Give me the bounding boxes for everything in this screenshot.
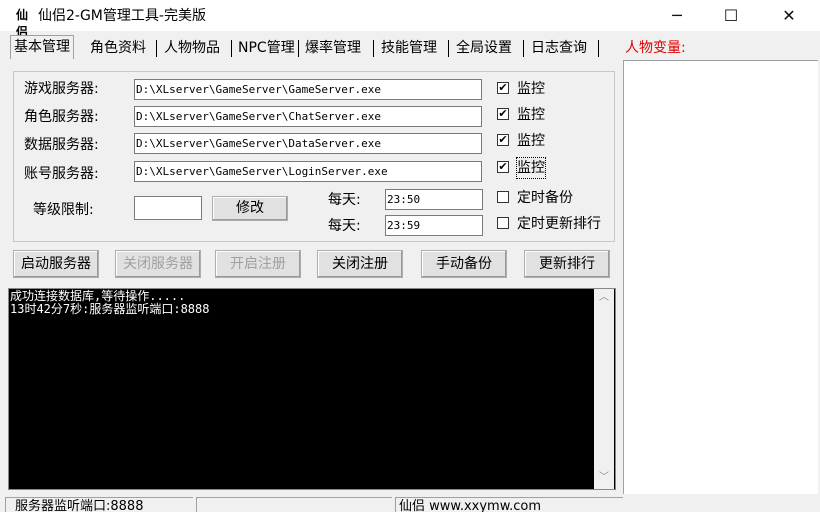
tab-separator [373, 40, 374, 57]
ranking-time-field[interactable]: 23:59 [385, 215, 483, 236]
tab-droprate[interactable]: 爆率管理 [302, 37, 364, 59]
backup-time-field[interactable]: 23:50 [385, 189, 483, 210]
status-website: 仙侣 www.xxymw.com [395, 497, 623, 512]
scheduled-backup-checkbox[interactable] [497, 191, 509, 203]
chat-server-path-field[interactable]: D:\XLserver\GameServer\ChatServer.exe [134, 106, 482, 127]
status-middle [196, 497, 392, 512]
status-port: 服务器监听端口:8888 [5, 497, 193, 512]
game-server-monitor-checkbox[interactable]: ✔ [497, 82, 509, 94]
tab-separator [598, 40, 599, 57]
tab-separator [156, 40, 157, 57]
character-variables-list[interactable] [623, 60, 818, 494]
console-log[interactable] [8, 288, 616, 490]
scroll-up-arrow-icon[interactable]: ︿ [597, 292, 611, 304]
enable-registration-button[interactable]: 开启注册 [215, 250, 301, 278]
tab-npc[interactable]: NPC管理 [235, 37, 298, 59]
chat-server-label: 角色服务器: [24, 109, 99, 125]
console-scrollbar[interactable]: ︿ ﹀ [594, 289, 614, 489]
login-server-monitor-label: 监控 [516, 157, 546, 179]
tab-separator [523, 40, 524, 57]
tab-global[interactable]: 全局设置 [453, 37, 515, 59]
backup-daily-label: 每天: [328, 192, 361, 208]
character-variables-label: 人物变量: [625, 40, 686, 56]
game-server-monitor-label: 监控 [517, 81, 545, 97]
stop-server-button[interactable]: 关闭服务器 [115, 250, 201, 278]
ranking-daily-label: 每天: [328, 218, 361, 234]
tab-logs[interactable]: 日志查询 [528, 37, 590, 59]
tab-separator [298, 40, 299, 57]
login-server-label: 账号服务器: [24, 166, 99, 182]
level-limit-label: 等级限制: [33, 202, 94, 218]
game-server-label: 游戏服务器: [24, 81, 99, 97]
tab-separator [231, 40, 232, 57]
tab-skills[interactable]: 技能管理 [378, 37, 440, 59]
manual-backup-button[interactable]: 手动备份 [421, 250, 507, 278]
disable-registration-button[interactable]: 关闭注册 [317, 250, 403, 278]
window-title: 仙侣2-GM管理工具-完美版 [38, 8, 206, 24]
scroll-down-arrow-icon[interactable]: ﹀ [597, 472, 611, 484]
tab-basic[interactable]: 基本管理 [10, 35, 74, 59]
tab-items[interactable]: 人物物品 [161, 37, 223, 59]
update-ranking-button[interactable]: 更新排行 [524, 250, 610, 278]
login-server-path-field[interactable]: D:\XLserver\GameServer\LoginServer.exe [134, 161, 482, 182]
minimize-button[interactable]: ─ [654, 0, 700, 31]
scheduled-ranking-checkbox[interactable] [497, 217, 509, 229]
maximize-button[interactable]: ☐ [708, 0, 754, 31]
level-limit-input[interactable] [134, 196, 202, 220]
game-server-path-field[interactable]: D:\XLserver\GameServer\GameServer.exe [134, 79, 482, 100]
console-log-text: 成功连接数据库,等待操作..... 13时42分7秒:服务器监听端口:8888 [10, 289, 210, 316]
data-server-monitor-label: 监控 [517, 133, 545, 149]
chat-server-monitor-checkbox[interactable]: ✔ [497, 108, 509, 120]
scheduled-ranking-label: 定时更新排行 [517, 216, 601, 232]
close-button[interactable]: ✕ [766, 0, 812, 31]
modify-level-button[interactable]: 修改 [212, 196, 288, 221]
data-server-path-field[interactable]: D:\XLserver\GameServer\DataServer.exe [134, 133, 482, 154]
data-server-label: 数据服务器: [24, 137, 99, 153]
start-server-button[interactable]: 启动服务器 [13, 250, 99, 278]
data-server-monitor-checkbox[interactable]: ✔ [497, 134, 509, 146]
tab-separator [448, 40, 449, 57]
app-icon: 仙侣 [15, 8, 28, 39]
login-server-monitor-checkbox[interactable]: ✔ [497, 161, 509, 173]
tab-character[interactable]: 角色资料 [87, 37, 149, 59]
scheduled-backup-label: 定时备份 [517, 190, 573, 206]
chat-server-monitor-label: 监控 [517, 107, 545, 123]
